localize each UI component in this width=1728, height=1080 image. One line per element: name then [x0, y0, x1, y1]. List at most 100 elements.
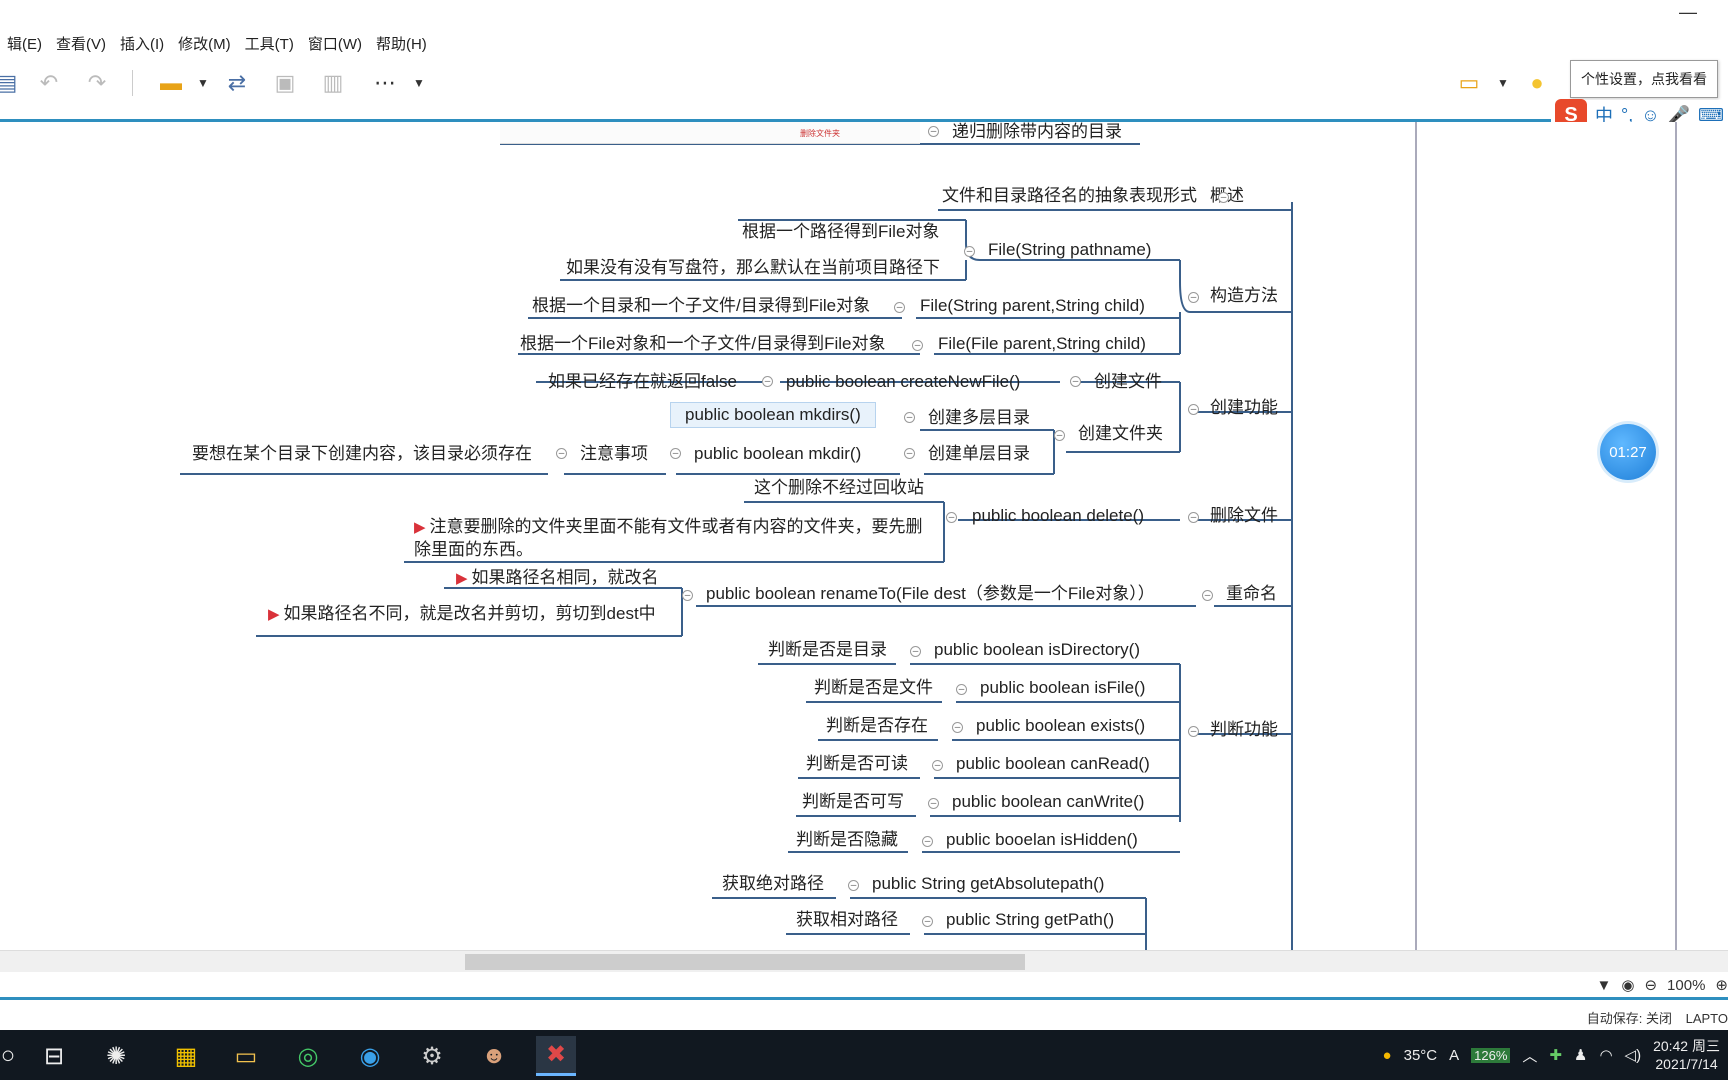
node-isdirectory-a[interactable]: 判断是否是目录 [768, 640, 887, 660]
autosave-label[interactable]: 自动保存: 关闭 [1587, 1011, 1672, 1026]
xmind-app-icon[interactable]: ✖ [536, 1036, 576, 1076]
node-ishidden-a[interactable]: 判断是否隐藏 [796, 830, 898, 850]
node-delete-a[interactable]: 这个删除不经过回收站 [754, 478, 924, 498]
search-icon[interactable]: ○ [0, 1036, 28, 1076]
node-exists-a[interactable]: 判断是否存在 [826, 716, 928, 736]
more-icon[interactable]: ⋯ [368, 66, 402, 100]
task-view-icon[interactable]: ⊟ [34, 1036, 74, 1076]
node-getpath[interactable]: public String getPath() [946, 910, 1114, 930]
node-create-multi[interactable]: 创建多层目录 [928, 408, 1030, 428]
menu-help[interactable]: 帮助(H) [369, 28, 434, 56]
mindmap-canvas[interactable]: 删除文件夹 – 递归删除带内容的目录 概述 – 文件和目录路径名的抽象表现形式 … [0, 122, 1728, 950]
lightbulb-icon[interactable]: ● [1520, 66, 1554, 100]
chevron-down-icon[interactable]: ▼ [1486, 66, 1520, 100]
collapse-icon[interactable]: – [904, 448, 915, 459]
relationship-icon[interactable]: ⇄ [220, 66, 254, 100]
node-createnewfile-a[interactable]: 如果已经存在就返回false [548, 372, 737, 392]
menu-tools[interactable]: 工具(T) [238, 28, 301, 56]
clock[interactable]: 20:42 周三 2021/7/14 [1653, 1037, 1720, 1073]
zoom-out-icon[interactable]: ⊖ [1644, 976, 1657, 994]
menu-window[interactable]: 窗口(W) [301, 28, 369, 56]
filter-icon[interactable]: ▼ [1597, 977, 1612, 994]
node-constructors[interactable]: 构造方法 [1210, 286, 1278, 306]
collapse-icon[interactable]: – [1202, 590, 1213, 601]
node-canwrite[interactable]: public boolean canWrite() [952, 792, 1144, 812]
app-visio-icon[interactable]: ▦ [166, 1036, 206, 1076]
node-rename-a[interactable]: ▶ 如果路径名相同，就改名 [456, 568, 659, 589]
collapse-icon[interactable]: – [894, 302, 905, 313]
volume-icon[interactable]: ◁) [1625, 1046, 1642, 1064]
scrollbar-thumb[interactable] [465, 954, 1025, 970]
zoom-in-icon[interactable]: ⊕ [1715, 976, 1728, 994]
node-ctor-file-child[interactable]: File(File parent,String child) [938, 334, 1146, 354]
collapse-icon[interactable]: – [928, 798, 939, 809]
node-delete[interactable]: 删除文件 [1210, 506, 1278, 526]
collapse-icon[interactable]: – [964, 246, 975, 257]
node-mkdir[interactable]: public boolean mkdir() [694, 444, 861, 464]
collapse-icon[interactable]: – [910, 646, 921, 657]
topic-icon[interactable]: ▬ [154, 66, 188, 100]
weather-icon[interactable]: ● [1383, 1047, 1392, 1064]
chevron-down-icon[interactable]: ▼ [402, 66, 436, 100]
app-green-icon[interactable]: ◎ [288, 1036, 328, 1076]
node-ctor-parent-child[interactable]: File(String parent,String child) [920, 296, 1145, 316]
collapse-icon[interactable]: – [1188, 512, 1199, 523]
redo-icon[interactable]: ↷ [80, 66, 114, 100]
file-explorer-icon[interactable]: ▭ [226, 1036, 266, 1076]
node-canread[interactable]: public boolean canRead() [956, 754, 1150, 774]
presentation-icon[interactable]: ▭ [1452, 66, 1486, 100]
node-isdirectory[interactable]: public boolean isDirectory() [934, 640, 1140, 660]
node-ctor-pathname[interactable]: File(String pathname) [988, 240, 1151, 260]
qq-icon[interactable]: ♟ [1574, 1046, 1587, 1064]
boundary-icon[interactable]: ▣ [268, 66, 302, 100]
collapse-icon[interactable]: – [946, 512, 957, 523]
collapse-icon[interactable]: – [670, 448, 681, 459]
collapse-icon[interactable]: – [922, 916, 933, 927]
node-canwrite-a[interactable]: 判断是否可写 [802, 792, 904, 812]
horizontal-scrollbar[interactable] [0, 950, 1728, 972]
menu-insert[interactable]: 插入(I) [113, 28, 171, 56]
node-mkdirs[interactable]: public boolean mkdirs() [670, 402, 876, 428]
wifi-icon[interactable]: ◠ [1599, 1046, 1612, 1064]
recording-timer[interactable]: 01:27 [1600, 424, 1656, 480]
collapse-icon[interactable]: – [956, 684, 967, 695]
node-getabsolutepath-a[interactable]: 获取绝对路径 [722, 874, 824, 894]
app-pinwheel-icon[interactable]: ✺ [96, 1036, 136, 1076]
collapse-icon[interactable]: – [1188, 292, 1199, 303]
chevron-up-icon[interactable]: ︿ [1522, 1045, 1537, 1066]
eye-icon[interactable]: ◉ [1621, 976, 1634, 994]
collapse-icon[interactable]: – [1054, 430, 1065, 441]
node-createnewfile[interactable]: public boolean createNewFile() [786, 372, 1020, 392]
save-icon[interactable]: ▤ [0, 66, 24, 100]
collapse-icon[interactable]: – [1188, 726, 1199, 737]
menu-view[interactable]: 查看(V) [49, 28, 113, 56]
node-ctor-pathname-b[interactable]: 如果没有没有写盘符，那么默认在当前项目路径下 [566, 258, 940, 278]
node-exists[interactable]: public boolean exists() [976, 716, 1145, 736]
input-lang[interactable]: A [1449, 1047, 1459, 1064]
node-create-file[interactable]: 创建文件 [1094, 372, 1162, 392]
node-overview-desc[interactable]: 文件和目录路径名的抽象表现形式 [942, 186, 1197, 206]
node-getabsolutepath[interactable]: public String getAbsolutepath() [872, 874, 1104, 894]
node-recursive-delete[interactable]: 递归删除带内容的目录 [952, 122, 1122, 142]
menu-modify[interactable]: 修改(M) [171, 28, 238, 56]
node-rename-b[interactable]: ▶ 如果路径名不同，就是改名并剪切，剪切到dest中 [268, 604, 656, 625]
collapse-icon[interactable]: – [682, 590, 693, 601]
collapse-icon[interactable]: – [952, 722, 963, 733]
undo-icon[interactable]: ↶ [32, 66, 66, 100]
collapse-icon[interactable]: – [922, 836, 933, 847]
node-judge[interactable]: 判断功能 [1210, 720, 1278, 740]
node-ctor-parent-child-a[interactable]: 根据一个目录和一个子文件/目录得到File对象 [532, 296, 870, 316]
user-avatar-icon[interactable]: ☻ [474, 1036, 514, 1076]
node-delete-b[interactable]: ▶ 注意要删除的文件夹里面不能有文件或者有内容的文件夹，要先删除里面的东西。 [414, 516, 924, 561]
code-thumbnail[interactable]: 删除文件夹 [500, 122, 920, 144]
collapse-icon[interactable]: – [848, 880, 859, 891]
node-ctor-pathname-a[interactable]: 根据一个路径得到File对象 [742, 222, 939, 242]
minimize-button[interactable]: — [1668, 2, 1708, 23]
node-isfile-a[interactable]: 判断是否是文件 [814, 678, 933, 698]
node-create-dir[interactable]: 创建文件夹 [1078, 424, 1163, 444]
node-delete-method[interactable]: public boolean delete() [972, 506, 1144, 526]
settings-gear-icon[interactable]: ⚙ [412, 1036, 452, 1076]
collapse-icon[interactable]: – [1070, 376, 1081, 387]
edge-browser-icon[interactable]: ◉ [350, 1036, 390, 1076]
node-create-single[interactable]: 创建单层目录 [928, 444, 1030, 464]
